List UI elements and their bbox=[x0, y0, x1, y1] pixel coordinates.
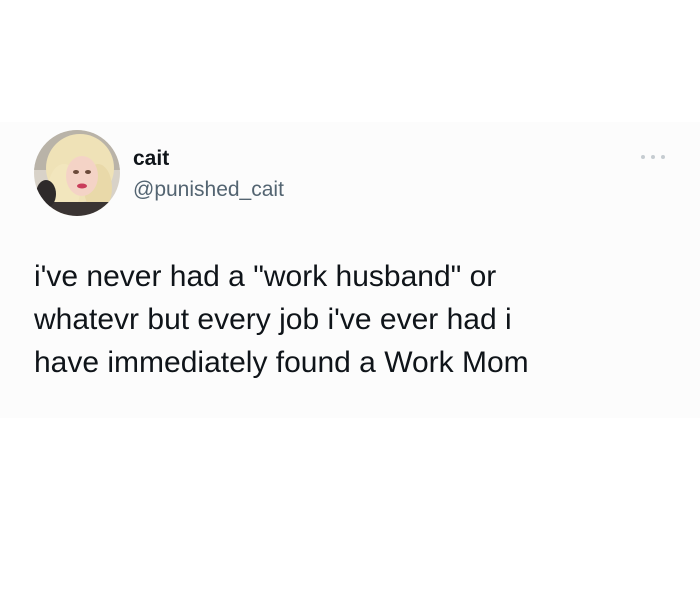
dot bbox=[651, 155, 655, 159]
avatar[interactable] bbox=[34, 130, 120, 216]
tweet-text-line: have immediately found a Work Mom bbox=[34, 346, 529, 379]
tweet-text: i've never had a "work husband" or whate… bbox=[34, 255, 674, 384]
avatar-photo bbox=[34, 130, 120, 216]
dot bbox=[641, 155, 645, 159]
tweet-text-line: i've never had a "work husband" or bbox=[34, 260, 497, 293]
tweet-card: cait @punished_cait i've never had a "wo… bbox=[0, 122, 700, 418]
more-options-icon[interactable] bbox=[641, 152, 665, 162]
page: cait @punished_cait i've never had a "wo… bbox=[0, 0, 700, 601]
tweet-text-line: whatevr but every job i've ever had i bbox=[34, 303, 512, 336]
dot bbox=[661, 155, 665, 159]
display-name[interactable]: cait bbox=[133, 146, 169, 172]
user-handle[interactable]: @punished_cait bbox=[133, 177, 284, 203]
